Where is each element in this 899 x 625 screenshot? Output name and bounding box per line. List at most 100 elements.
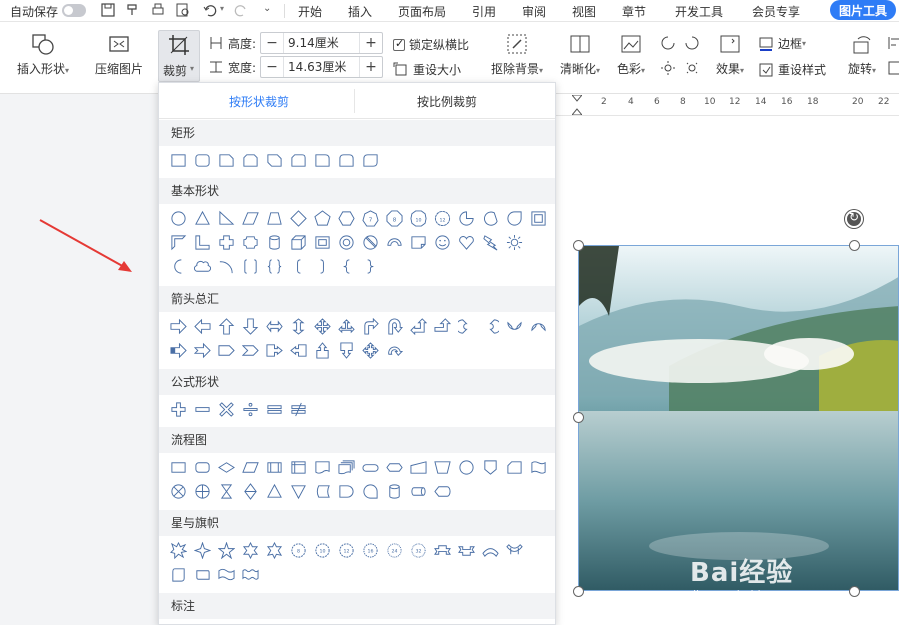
contrast-decrease-icon[interactable] (684, 35, 700, 51)
tab-page-layout[interactable]: 页面布局 (398, 3, 446, 20)
flowchart-manual-input-shape-icon[interactable] (407, 456, 429, 478)
pie-shape-icon[interactable] (455, 207, 477, 229)
format-painter-icon[interactable] (125, 2, 141, 18)
resize-handle-middle-left[interactable] (573, 412, 584, 423)
flowchart-multidocument-shape-icon[interactable] (335, 456, 357, 478)
flowchart-connector-shape-icon[interactable] (455, 456, 477, 478)
flowchart-preparation-shape-icon[interactable] (383, 456, 405, 478)
tab-member[interactable]: 会员专享 (752, 3, 800, 20)
can-shape-icon[interactable] (263, 231, 285, 253)
rotate-handle[interactable] (845, 210, 863, 228)
undo-icon[interactable] (202, 2, 218, 18)
rounded-rectangle-shape-icon[interactable] (191, 149, 213, 171)
flowchart-internal-storage-shape-icon[interactable] (287, 456, 309, 478)
tab-review[interactable]: 审阅 (522, 3, 546, 20)
double-wave-shape-icon[interactable] (239, 563, 261, 585)
striped-right-arrow-shape-icon[interactable] (167, 339, 189, 361)
multiply-shape-icon[interactable] (215, 398, 237, 420)
up-down-arrow-shape-icon[interactable] (287, 315, 309, 337)
round-same-side-rectangle-shape-icon[interactable] (335, 149, 357, 171)
flowchart-display-shape-icon[interactable] (431, 480, 453, 502)
tab-insert[interactable]: 插入 (348, 3, 372, 20)
bent-arrow-shape-icon[interactable] (359, 315, 381, 337)
smiley-face-shape-icon[interactable] (431, 231, 453, 253)
tab-home[interactable]: 开始 (298, 3, 322, 20)
block-arc-shape-icon[interactable] (383, 231, 405, 253)
left-brace-shape-icon[interactable] (335, 255, 357, 277)
save-icon[interactable] (100, 2, 116, 18)
cloud-shape-icon[interactable] (191, 255, 213, 277)
width-field[interactable]: − 14.63厘米 + (260, 56, 384, 78)
chevron-shape-icon[interactable] (239, 339, 261, 361)
left-up-arrow-shape-icon[interactable] (407, 315, 429, 337)
brightness-decrease-icon[interactable] (684, 60, 700, 76)
bevel-shape-icon[interactable] (311, 231, 333, 253)
flowchart-data-shape-icon[interactable] (239, 456, 261, 478)
teardrop-shape-icon[interactable] (503, 207, 525, 229)
lightning-bolt-shape-icon[interactable] (479, 231, 501, 253)
left-bracket-shape-icon[interactable] (287, 255, 309, 277)
curved-down-arrow-shape-icon[interactable] (527, 315, 549, 337)
decagon-shape-icon[interactable]: 10 (407, 207, 429, 229)
cross-shape-icon[interactable] (215, 231, 237, 253)
octagon-shape-icon[interactable]: 8 (383, 207, 405, 229)
flowchart-alternate-process-shape-icon[interactable] (191, 456, 213, 478)
flowchart-extract-shape-icon[interactable] (263, 480, 285, 502)
flowchart-predefined-process-shape-icon[interactable] (263, 456, 285, 478)
5-point-star-shape-icon[interactable] (215, 539, 237, 561)
bent-up-arrow-shape-icon[interactable] (431, 315, 453, 337)
chord-shape-icon[interactable] (479, 207, 501, 229)
left-arrow-shape-icon[interactable] (191, 315, 213, 337)
up-arrow-shape-icon[interactable] (215, 315, 237, 337)
width-increase-button[interactable]: + (360, 57, 382, 77)
tab-chapter[interactable]: 章节 (622, 3, 646, 20)
parallelogram-shape-icon[interactable] (239, 207, 261, 229)
undo-dropdown-icon[interactable]: ▾ (220, 4, 224, 13)
curved-right-arrow-shape-icon[interactable] (455, 315, 477, 337)
height-field[interactable]: − 9.14厘米 + (260, 32, 384, 54)
color-button[interactable]: 色彩▾ (612, 22, 650, 77)
explosion-shape-icon[interactable] (167, 539, 189, 561)
snip-round-rectangle-shape-icon[interactable] (287, 149, 309, 171)
flowchart-collate-shape-icon[interactable] (215, 480, 237, 502)
heptagon-shape-icon[interactable]: 7 (359, 207, 381, 229)
crop-button[interactable]: 裁剪 ▾ (158, 30, 200, 82)
tab-developer[interactable]: 开发工具 (675, 3, 723, 20)
double-brace-shape-icon[interactable] (263, 255, 285, 277)
pentagon-shape-icon[interactable] (311, 207, 333, 229)
up-arrow-callout-shape-icon[interactable] (311, 339, 333, 361)
right-brace-shape-icon[interactable] (359, 255, 381, 277)
compress-picture-button[interactable]: 压缩图片 (92, 22, 146, 77)
32-point-star-shape-icon[interactable]: 32 (407, 539, 429, 561)
dodecagon-shape-icon[interactable]: 12 (431, 207, 453, 229)
24-point-star-shape-icon[interactable]: 24 (383, 539, 405, 561)
border-button[interactable]: 边框 ▾ (758, 35, 806, 52)
rectangle-shape-icon[interactable] (167, 149, 189, 171)
tab-view[interactable]: 视图 (572, 3, 596, 20)
down-arrow-callout-shape-icon[interactable] (335, 339, 357, 361)
notched-right-arrow-shape-icon[interactable] (191, 339, 213, 361)
half-frame-shape-icon[interactable] (167, 231, 189, 253)
remove-background-button[interactable]: 抠除背景▾ (488, 22, 546, 77)
arc-shape-icon[interactable] (215, 255, 237, 277)
tab-crop-by-ratio[interactable]: 按比例裁剪 (417, 93, 477, 110)
plaque-shape-icon[interactable] (239, 231, 261, 253)
width-decrease-button[interactable]: − (261, 57, 283, 77)
flowchart-summing-junction-shape-icon[interactable] (167, 480, 189, 502)
10-point-star-shape-icon[interactable]: 10 (311, 539, 333, 561)
width-value[interactable]: 14.63厘米 (283, 57, 361, 77)
circular-arrow-shape-icon[interactable] (383, 339, 405, 361)
curved-down-ribbon-shape-icon[interactable] (503, 539, 525, 561)
right-triangle-shape-icon[interactable] (215, 207, 237, 229)
indent-marker-icon[interactable] (572, 95, 582, 115)
autosave-toggle[interactable] (62, 4, 86, 17)
rotate-button[interactable]: 旋转▾ (842, 22, 882, 77)
print-preview-icon[interactable] (175, 2, 191, 18)
down-arrow-shape-icon[interactable] (239, 315, 261, 337)
group-icon[interactable] (887, 60, 899, 76)
curved-up-ribbon-shape-icon[interactable] (479, 539, 501, 561)
round-corner-rectangle-shape-icon[interactable] (311, 149, 333, 171)
horizontal-scroll-shape-icon[interactable] (191, 563, 213, 585)
customize-toolbar-icon[interactable]: ⌄ (263, 3, 271, 14)
flowchart-document-shape-icon[interactable] (311, 456, 333, 478)
